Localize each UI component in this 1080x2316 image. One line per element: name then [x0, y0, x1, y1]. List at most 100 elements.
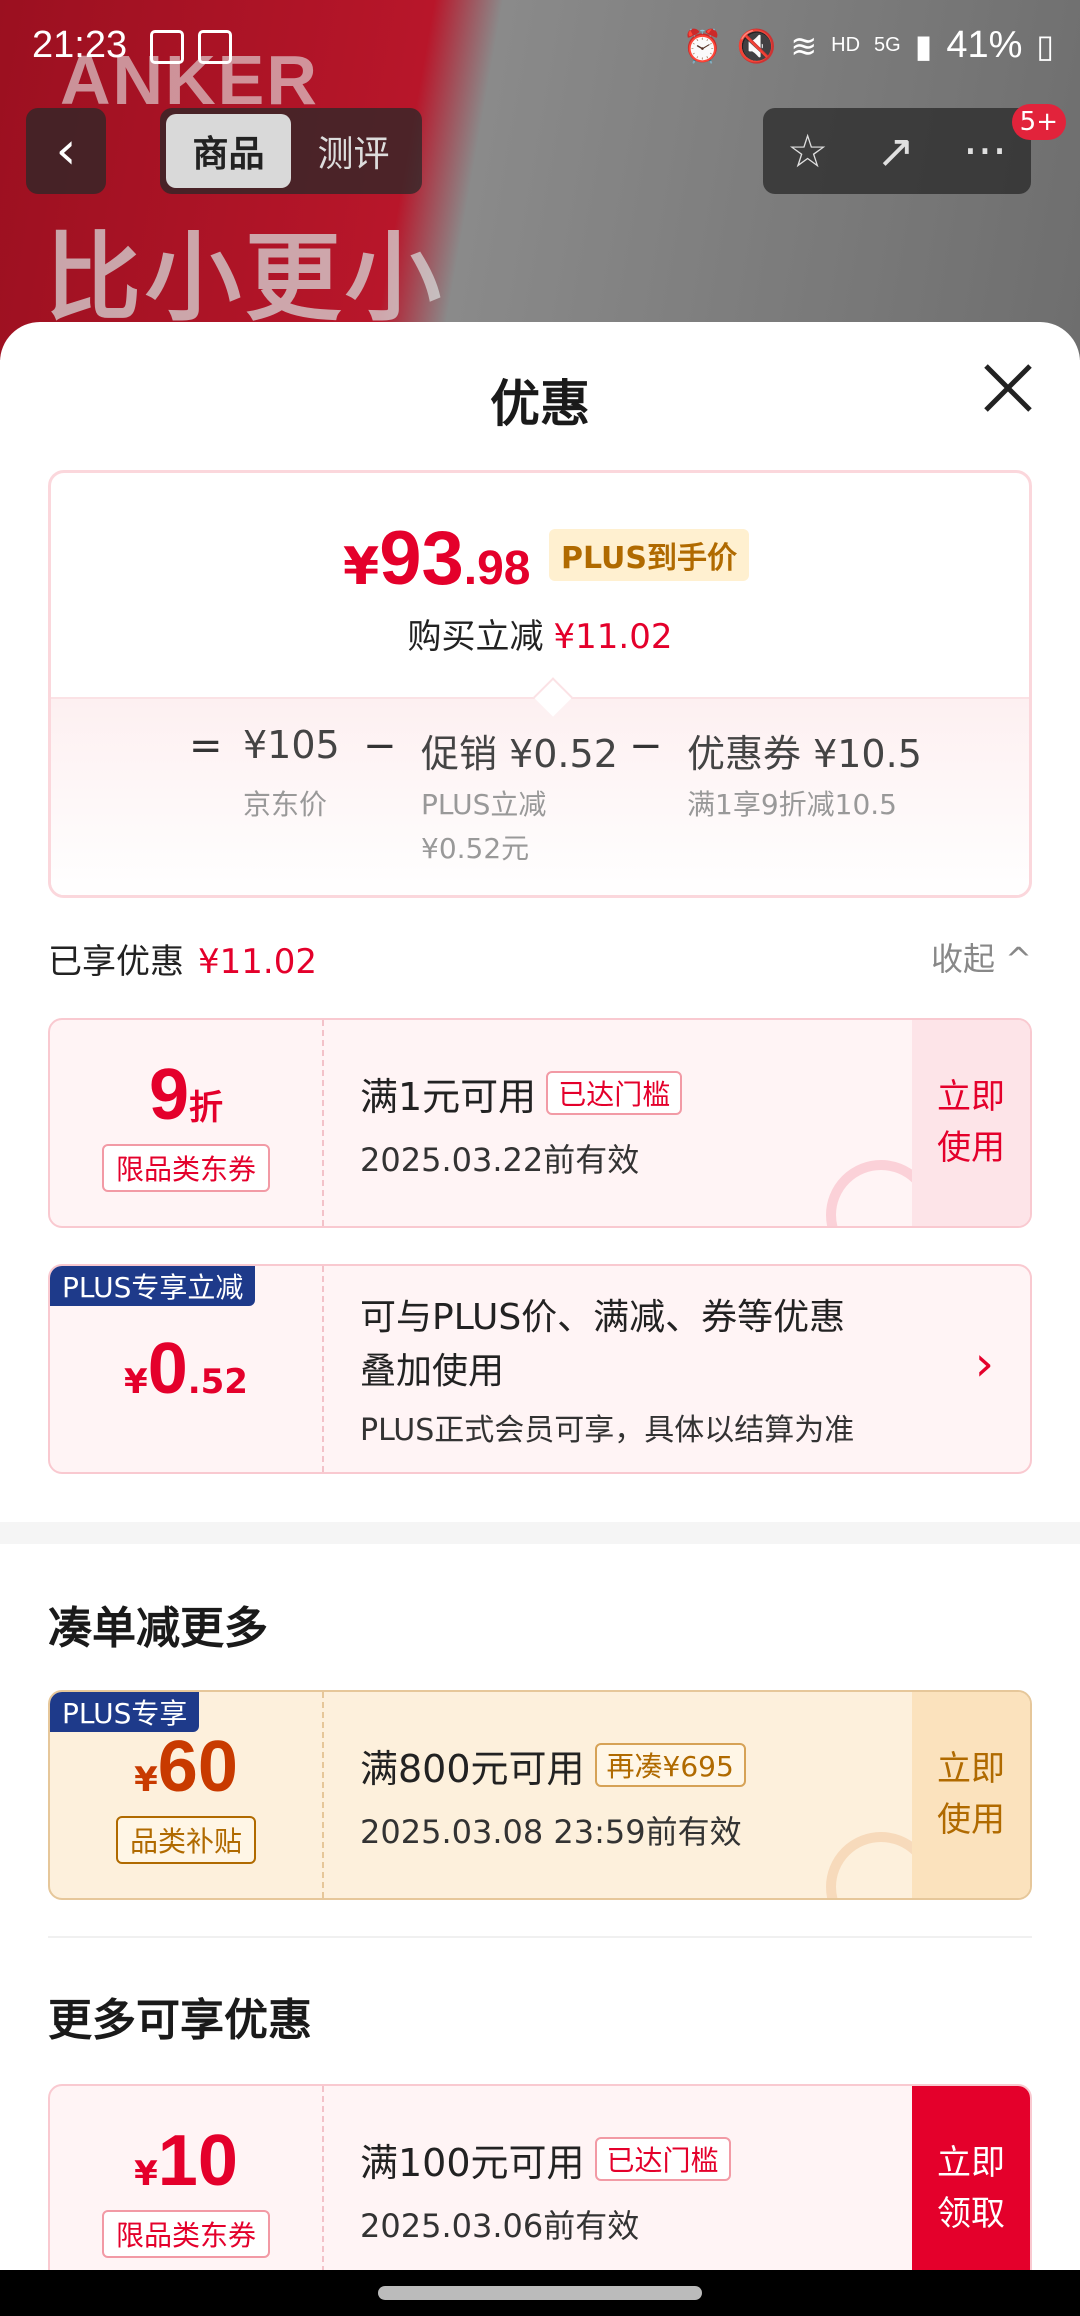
- applied-label: 已享优惠: [48, 942, 184, 982]
- coupon-value-unit: 折: [189, 1088, 224, 1128]
- add-more-chip: 再凑¥695: [594, 1743, 746, 1787]
- coupon-type-label: 限品类东券: [101, 1144, 270, 1192]
- divider-line: [48, 1936, 1032, 1938]
- subsidy-expiry: 2025.03.08 23:59前有效: [360, 1812, 742, 1851]
- claim-coupon-type: 限品类东券: [101, 2210, 270, 2258]
- top-nav: ‹ 商品 测评 ☆ ↗ ··· 5+: [0, 104, 1080, 200]
- subsidy-condition: 满800元可用: [360, 1746, 585, 1791]
- promo-sub-2: ¥0.52元: [421, 832, 530, 865]
- nav-actions: ☆ ↗ ···: [763, 108, 1031, 194]
- minus-sign-1: −: [363, 723, 397, 769]
- subsidy-amount: 60: [157, 1727, 238, 1807]
- signal-label: 5G: [874, 34, 901, 56]
- claim-coupon-currency: ¥: [134, 2154, 158, 2194]
- save-amount: ¥11.02: [553, 617, 673, 657]
- save-label: 购买立减: [407, 617, 544, 657]
- chevron-left-icon: ‹: [55, 121, 77, 181]
- wifi-icon: ≋: [790, 27, 818, 64]
- threshold-chip: 已达门槛: [594, 2137, 731, 2181]
- coupon-expiry: 2025.03.22前有效: [360, 1140, 640, 1179]
- status-notification-icons: [150, 30, 232, 64]
- plus-deal-line3: PLUS正式会员可享，具体以结算为准: [360, 1412, 855, 1448]
- equals-sign: =: [189, 723, 223, 769]
- plus-deal-value-area: ¥0.52: [50, 1266, 324, 1472]
- coupon-sub: 满1享9折减10.5: [687, 788, 897, 821]
- use-now-button[interactable]: 立即 使用: [912, 1692, 1030, 1898]
- claim-coupon-card[interactable]: ¥10 限品类东券 满100元可用 已达门槛 2025.03.06前有效 立即领…: [48, 2084, 1032, 2294]
- coupon-amount: 优惠券 ¥10.5: [687, 732, 922, 776]
- coupon-value-number: 9: [148, 1055, 190, 1135]
- claim-coupon-expiry: 2025.03.06前有效: [360, 2206, 640, 2245]
- coupon-details: 满1元可用 已达门槛 2025.03.22前有效: [360, 1020, 683, 1226]
- chevron-right-icon[interactable]: ›: [975, 1336, 994, 1392]
- battery-percent: 41%: [946, 24, 1023, 66]
- claim-coupon-value-area: ¥10 限品类东券: [50, 2086, 324, 2292]
- sheet-title: 优惠: [490, 375, 590, 433]
- final-price-dec: .98: [463, 542, 531, 595]
- mute-icon: 🔇: [736, 27, 777, 64]
- collapse-button[interactable]: 收起 ^: [931, 934, 1032, 980]
- more-icon[interactable]: ···: [963, 124, 1007, 178]
- system-nav-bar: [0, 2270, 1080, 2316]
- tab-product[interactable]: 商品: [166, 114, 291, 188]
- nav-tabs: 商品 测评: [160, 108, 422, 194]
- status-time: 21:23: [32, 24, 128, 66]
- subsidy-currency: ¥: [134, 1760, 158, 1800]
- plus-price-tag: PLUS到手价: [549, 529, 750, 581]
- hero-slogan: 比小更小: [45, 222, 445, 334]
- promo-amount: 促销 ¥0.52: [421, 732, 618, 776]
- coupon-card[interactable]: 9折 限品类东券 满1元可用 已达门槛 2025.03.22前有效 立即 使用: [48, 1018, 1032, 1228]
- hd-label: HD: [831, 34, 861, 56]
- plus-deal-details: 可与PLUS价、满减、券等优惠 叠加使用 PLUS正式会员可享，具体以结算为准: [360, 1266, 854, 1472]
- applied-discount-row: 已享优惠 ¥11.02 收起 ^: [48, 934, 1032, 994]
- claim-coupon-condition: 满100元可用: [360, 2140, 585, 2185]
- plus-deal-dec: .52: [187, 1362, 248, 1402]
- jd-price-label: 京东价: [243, 788, 328, 821]
- final-price: ¥ 93 .98: [343, 515, 530, 602]
- app-root: ANKER 比小更小 21:23 ⏰ 🔇 ≋ HD 5G ▮ 41% ▯ ‹ 商…: [0, 0, 1080, 2316]
- coupon-condition-row: 满1元可用 已达门槛: [360, 1066, 683, 1121]
- section-title-extra: 更多可享优惠: [48, 1995, 312, 2046]
- share-icon[interactable]: ↗: [876, 124, 915, 178]
- claim-coupon-value: ¥10: [134, 2120, 238, 2202]
- claim-coupon-condition-row: 满100元可用 已达门槛: [360, 2132, 731, 2187]
- home-indicator[interactable]: [378, 2286, 702, 2300]
- subsidy-coupon-card[interactable]: PLUS专享 ¥60 品类补贴 满800元可用 再凑¥695 2025.03.0…: [48, 1690, 1032, 1900]
- subsidy-type-label: 品类补贴: [115, 1816, 256, 1864]
- plus-deal-line1: 可与PLUS价、满减、券等优惠: [360, 1297, 846, 1338]
- save-line: 购买立减 ¥11.02: [51, 609, 1029, 658]
- use-now-button[interactable]: 立即 使用: [912, 1020, 1030, 1226]
- battery-icon: ▯: [1036, 27, 1054, 64]
- gallery-icon: [150, 30, 184, 64]
- minus-sign-2: −: [629, 723, 663, 769]
- threshold-chip: 已达门槛: [546, 1071, 683, 1115]
- claim-now-button[interactable]: 立即 领取: [912, 2086, 1030, 2292]
- tab-review[interactable]: 测评: [291, 114, 416, 188]
- final-price-currency: ¥: [343, 537, 380, 597]
- plus-deal-currency: ¥: [124, 1362, 148, 1402]
- back-button[interactable]: ‹: [26, 108, 106, 194]
- applied-amount: ¥11.02: [198, 942, 317, 982]
- star-icon[interactable]: ☆: [787, 124, 828, 178]
- subsidy-value-area: ¥60 品类补贴: [50, 1692, 324, 1898]
- plus-deal-line2: 叠加使用: [360, 1350, 505, 1392]
- subsidy-details: 满800元可用 再凑¥695 2025.03.08 23:59前有效: [360, 1692, 746, 1898]
- offers-bottom-sheet: 优惠 ¥ 93 .98 PLUS到手价 购买立减 ¥11.02 = ¥105 京东…: [0, 322, 1080, 2316]
- status-right: ⏰ 🔇 ≋ HD 5G ▮ 41% ▯: [683, 24, 1054, 67]
- coupon-value: 9折: [149, 1054, 223, 1136]
- subsidy-value: ¥60: [134, 1726, 238, 1808]
- jd-price: ¥105: [243, 723, 340, 767]
- subsidy-condition-row: 满800元可用 再凑¥695: [360, 1738, 746, 1793]
- promo-sub-1: PLUS立减: [421, 788, 547, 821]
- close-icon[interactable]: [980, 360, 1036, 416]
- checkbox-icon: [198, 30, 232, 64]
- claim-coupon-details: 满100元可用 已达门槛 2025.03.06前有效: [360, 2086, 731, 2292]
- plus-deal-value: ¥0.52: [124, 1328, 248, 1410]
- plus-deal-int: 0: [147, 1329, 188, 1409]
- coupon-condition: 满1元可用: [360, 1074, 537, 1119]
- final-price-int: 93: [379, 516, 464, 601]
- coupon-value-area: 9折 限品类东券: [50, 1020, 324, 1226]
- plus-deal-card[interactable]: PLUS专享立减 ¥0.52 可与PLUS价、满减、券等优惠 叠加使用 PLUS…: [48, 1264, 1032, 1474]
- claim-coupon-amount: 10: [157, 2121, 238, 2201]
- section-title-more: 凑单减更多: [48, 1603, 268, 1654]
